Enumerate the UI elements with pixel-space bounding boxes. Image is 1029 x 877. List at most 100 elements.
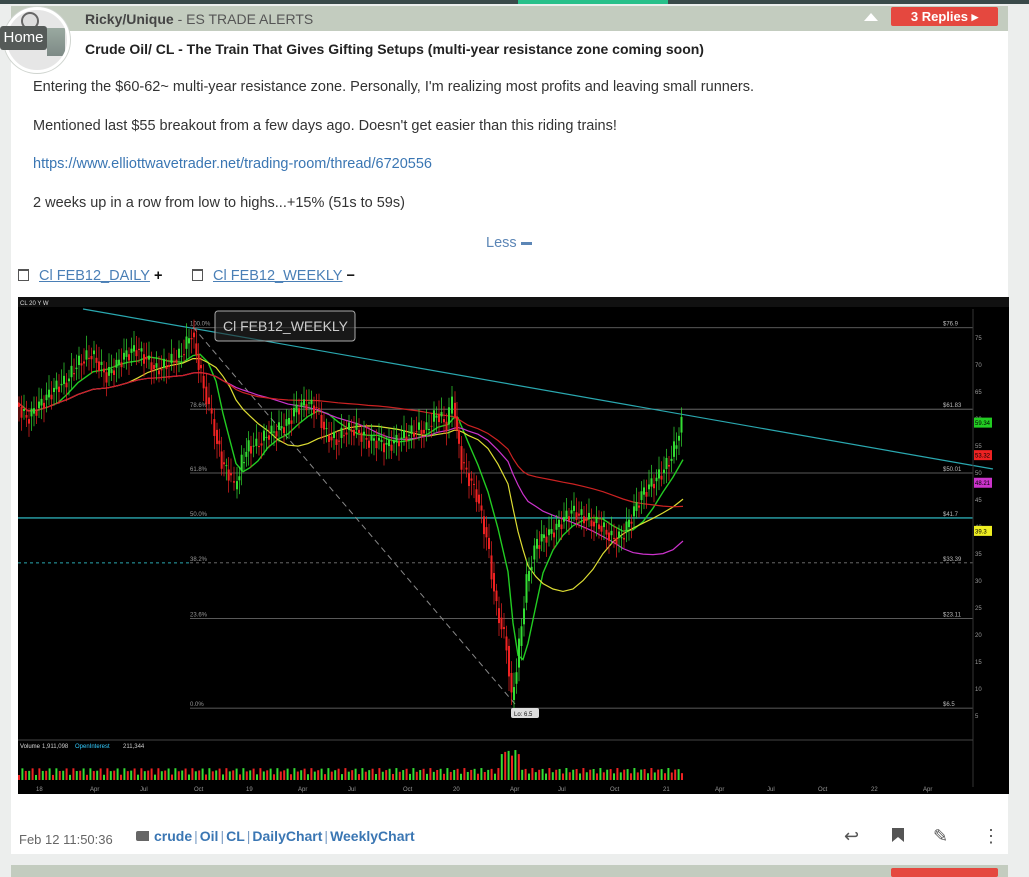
- collapse-icon[interactable]: −: [346, 268, 354, 284]
- candle-body: [340, 427, 343, 438]
- candle-body: [308, 402, 310, 404]
- volume-bar: [130, 770, 133, 780]
- more-options-icon[interactable]: ⋮: [982, 826, 1000, 847]
- candle-body: [523, 608, 525, 625]
- home-button[interactable]: Home: [0, 26, 47, 50]
- volume-bar: [653, 772, 656, 780]
- trash-icon[interactable]: [18, 269, 29, 281]
- candle-body: [315, 406, 318, 408]
- candle-body: [168, 365, 170, 368]
- volume-bar: [456, 768, 459, 780]
- volume-bar: [378, 768, 381, 780]
- y-tick-0: 75: [975, 336, 982, 342]
- candle-body: [298, 408, 300, 415]
- tag-oil[interactable]: Oil: [200, 828, 219, 844]
- trash-icon[interactable]: [192, 269, 203, 281]
- candle-body: [448, 407, 450, 425]
- candle-body: [130, 348, 133, 353]
- volume-bar: [126, 771, 129, 780]
- candle-body: [378, 437, 380, 441]
- thread-link[interactable]: https://www.elliottwavetrader.net/tradin…: [33, 156, 432, 172]
- candle-body: [510, 672, 513, 693]
- candle-body: [90, 356, 93, 360]
- candle-body: [655, 477, 658, 482]
- tag-cl[interactable]: CL: [226, 828, 245, 844]
- attachment-weekly-link[interactable]: Cl FEB12_WEEKLY: [213, 268, 342, 284]
- tag-crude[interactable]: crude: [154, 828, 192, 844]
- candle-body: [58, 386, 60, 393]
- volume-bar: [300, 770, 303, 780]
- x-tick-2: Jul: [140, 787, 148, 793]
- fib-pct-4: 38.2%: [190, 557, 208, 563]
- fib-pct-0: 100.0%: [190, 322, 211, 328]
- volume-bar: [531, 768, 534, 780]
- x-axis: 18 Apr Jul Oct 19 Apr Jul Oct 20 Apr Jul Oct 21 Apr Ju…: [36, 787, 932, 793]
- volume-bar: [371, 768, 374, 780]
- volume-bar: [222, 774, 224, 780]
- candle-body: [33, 408, 35, 414]
- candle-body: [63, 375, 65, 384]
- candle-body: [263, 430, 265, 441]
- candle-body: [143, 354, 145, 364]
- volume-bar: [232, 770, 235, 780]
- fib-price-5: $23.11: [943, 612, 962, 618]
- candle-body: [350, 429, 353, 432]
- top-bar: [0, 0, 1029, 4]
- price-badge-text-1: 53.32: [975, 454, 991, 460]
- attachment-daily-link[interactable]: Cl FEB12_DAILY: [39, 268, 150, 284]
- volume-bar: [368, 770, 371, 780]
- candle-body: [558, 519, 560, 528]
- candle-body: [88, 357, 90, 359]
- volume-bar: [174, 768, 177, 780]
- tag-dailychart[interactable]: DailyChart: [252, 828, 322, 844]
- volume-bar: [99, 768, 102, 780]
- volume-bar: [521, 769, 524, 780]
- candle-body: [463, 462, 465, 464]
- y-tick-12: 15: [975, 660, 982, 666]
- volume-bar: [640, 769, 643, 780]
- volume-bar: [354, 768, 357, 780]
- candle-body: [140, 348, 143, 352]
- candle-body: [170, 353, 173, 364]
- ma-yellow: [18, 358, 684, 593]
- post-paragraph-1: Entering the $60-62~ multi-year resistan…: [33, 79, 754, 95]
- candle-body: [348, 422, 350, 430]
- bookmark-icon[interactable]: [891, 827, 905, 848]
- y-tick-4: 55: [975, 444, 982, 450]
- replies-button[interactable]: 3 Replies ▸: [891, 7, 998, 26]
- candle-body: [560, 524, 563, 530]
- expand-icon[interactable]: +: [154, 268, 162, 284]
- candle-body: [323, 421, 325, 430]
- y-tick-10: 25: [975, 606, 982, 612]
- chart-title: Cl FEB12_WEEKLY: [223, 318, 349, 334]
- volume-bar: [188, 774, 190, 780]
- candle-body: [318, 408, 320, 410]
- volume-bar: [320, 768, 323, 780]
- candle-body: [590, 520, 593, 527]
- less-toggle[interactable]: Less: [486, 235, 532, 251]
- candle-body: [227, 469, 230, 481]
- volume-bar: [524, 768, 527, 780]
- candle-body: [115, 359, 118, 368]
- fib-price-4: $33.39: [943, 557, 962, 563]
- tag-weeklychart[interactable]: WeeklyChart: [330, 828, 415, 844]
- volume-bar: [79, 770, 82, 780]
- edit-icon[interactable]: ✎: [933, 826, 948, 847]
- next-replies-button[interactable]: [891, 868, 998, 877]
- candle-body: [218, 440, 221, 445]
- volume-bar: [415, 771, 418, 780]
- reply-icon[interactable]: ↩: [844, 826, 859, 847]
- volume-bar: [419, 770, 422, 780]
- candle-body: [40, 398, 43, 406]
- candle-body: [423, 429, 425, 434]
- candle-body: [60, 383, 63, 386]
- scrollbar[interactable]: [1018, 6, 1029, 874]
- volume-bar: [398, 771, 401, 780]
- volume-bar: [670, 772, 673, 780]
- volume-bar: [55, 768, 58, 780]
- candle-body: [270, 425, 273, 434]
- candle-body: [470, 478, 473, 481]
- author-name[interactable]: Ricky/Unique: [85, 11, 174, 27]
- collapse-arrow-icon[interactable]: [864, 13, 878, 21]
- volume-bar: [154, 774, 156, 780]
